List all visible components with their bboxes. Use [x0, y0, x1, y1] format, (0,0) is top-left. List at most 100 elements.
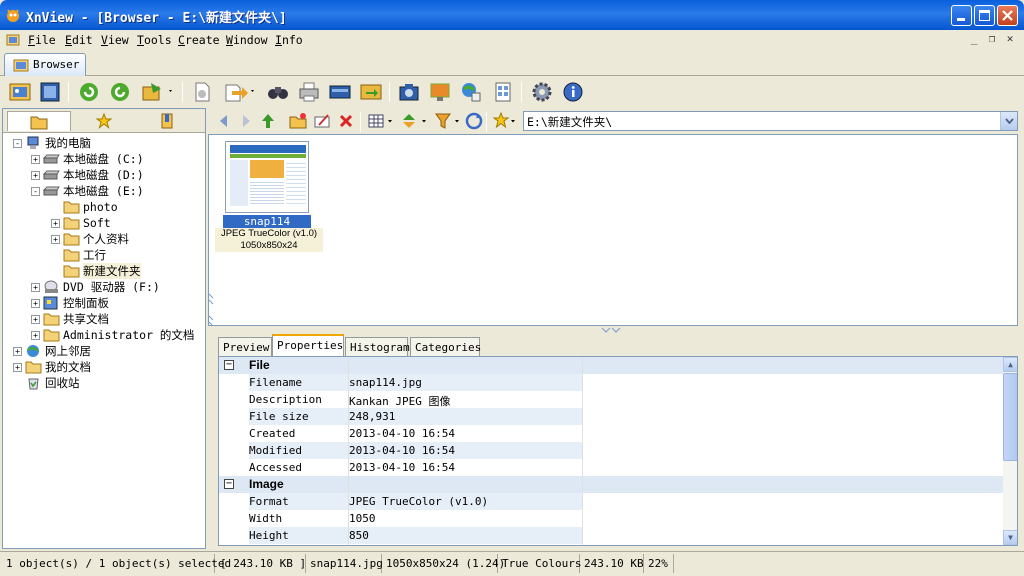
menu-tools[interactable]: Tools [137, 33, 172, 47]
property-row: Format JPEG TrueColor (v1.0) [219, 493, 1003, 510]
expand-icon[interactable]: + [31, 170, 40, 180]
tree-node[interactable]: + 我的文档 [13, 359, 91, 375]
property-value: 248,931 [349, 410, 396, 423]
expand-icon[interactable]: + [31, 282, 40, 292]
browser-tab-icon [13, 59, 29, 72]
expand-icon[interactable]: + [13, 346, 22, 356]
status-selection: 1 object(s) / 1 object(s) selected [2, 554, 231, 573]
settings-icon[interactable] [530, 80, 554, 104]
menu-file[interactable]: File [28, 33, 56, 47]
parent-folder-icon[interactable] [256, 109, 280, 133]
tree-node[interactable]: + Administrator 的文档 [31, 327, 194, 343]
tab-browser[interactable]: Browser [4, 53, 86, 76]
maximize-button[interactable] [974, 5, 995, 26]
tree-node[interactable]: - 本地磁盘 (E:) [31, 183, 144, 199]
minimize-button[interactable] [951, 5, 972, 26]
collapse-icon[interactable]: - [31, 186, 40, 196]
print-icon[interactable] [297, 80, 321, 104]
sort-dropdown[interactable] [400, 109, 430, 133]
menu-edit[interactable]: Edit [65, 33, 93, 47]
menu-info[interactable]: Info [275, 33, 303, 47]
expand-icon[interactable]: + [13, 362, 22, 372]
tree-node[interactable]: + 本地磁盘 (C:) [31, 151, 144, 167]
delete-icon[interactable] [334, 109, 358, 133]
expand-icon[interactable]: + [51, 218, 60, 228]
favorites-tab[interactable] [72, 111, 136, 131]
find-icon[interactable] [266, 80, 290, 104]
expand-icon[interactable]: + [31, 314, 40, 324]
slideshow-icon[interactable] [359, 80, 383, 104]
scroll-down-button[interactable]: ▼ [1003, 530, 1017, 545]
xnview-app-icon[interactable] [5, 7, 21, 23]
expand-icon[interactable]: + [31, 298, 40, 308]
new-folder-icon[interactable] [286, 109, 310, 133]
filter-dropdown[interactable] [433, 109, 463, 133]
web-page-icon[interactable] [459, 80, 483, 104]
tree-node-label: 共享文档 [63, 312, 109, 326]
collapse-icon[interactable]: − [224, 479, 234, 489]
tree-node[interactable]: + DVD 驱动器 (F:) [31, 279, 160, 295]
vertical-scrollbar[interactable]: ▲ ▼ [1003, 357, 1017, 545]
tree-node-label: 本地磁盘 (C:) [63, 152, 144, 166]
tab-preview[interactable]: Preview [218, 337, 272, 356]
favorites-dropdown[interactable] [492, 109, 520, 133]
categories-tab[interactable] [135, 111, 199, 131]
sync-icon[interactable] [462, 109, 486, 133]
scroll-up-button[interactable]: ▲ [1003, 357, 1017, 372]
thumbnail-item[interactable]: snap114 JPEG TrueColor (v1.0) 1050x850x2… [215, 141, 323, 252]
mdi-restore-button[interactable]: ❐ [984, 32, 1000, 46]
expand-icon[interactable]: + [31, 330, 40, 340]
close-button[interactable] [997, 5, 1018, 26]
tree-node[interactable]: photo [51, 199, 118, 215]
tree-node[interactable]: + 控制面板 [31, 295, 109, 311]
menu-window[interactable]: Window [226, 33, 268, 47]
toolbar-separator [182, 82, 183, 102]
tree-node[interactable]: + 个人资料 [51, 231, 129, 247]
tab-categories[interactable]: Categories [410, 337, 481, 356]
scanner-icon[interactable] [328, 80, 352, 104]
expand-icon[interactable]: + [31, 154, 40, 164]
address-dropdown-button[interactable] [1000, 112, 1017, 130]
address-combobox[interactable]: E:\新建文件夹\ [523, 111, 1018, 131]
export-icon[interactable] [222, 80, 258, 104]
collapse-icon[interactable]: - [13, 138, 22, 148]
horizontal-splitter[interactable] [208, 326, 1022, 334]
mdi-minimize-button[interactable]: _ [966, 32, 982, 46]
mdi-close-button[interactable]: ✕ [1002, 32, 1018, 46]
folder-icon [63, 248, 80, 262]
tree-node[interactable]: + 共享文档 [31, 311, 109, 327]
back-icon[interactable] [212, 109, 236, 133]
tree-node[interactable]: + 本地磁盘 (D:) [31, 167, 144, 183]
about-icon[interactable] [561, 80, 585, 104]
tree-node[interactable]: + 网上邻居 [13, 343, 91, 359]
open-file-icon[interactable] [190, 80, 214, 104]
batch-convert-icon[interactable] [140, 80, 176, 104]
forward-icon[interactable] [234, 109, 258, 133]
collapse-icon[interactable]: − [224, 360, 234, 370]
scroll-thumb[interactable] [1003, 373, 1017, 461]
view-mode-dropdown[interactable] [366, 109, 396, 133]
tree-node[interactable]: 工行 [51, 247, 106, 263]
tree-node[interactable]: 新建文件夹 [51, 263, 141, 279]
browser-view-icon[interactable] [8, 80, 32, 104]
menu-create[interactable]: Create [178, 33, 220, 47]
tree-node[interactable]: 回收站 [13, 375, 80, 391]
menu-view[interactable]: View [101, 33, 129, 47]
tab-histogram[interactable]: Histogram [345, 337, 410, 356]
contact-sheet-icon[interactable] [491, 80, 515, 104]
capture-icon[interactable] [397, 80, 421, 104]
fullscreen-icon[interactable] [38, 80, 62, 104]
status-colors: True Colours [498, 554, 581, 573]
tree-node[interactable]: + Soft [51, 215, 111, 231]
tree-node[interactable]: - 我的电脑 [13, 135, 91, 151]
folders-tab[interactable] [7, 111, 71, 131]
panel-collapse-grip[interactable] [207, 290, 215, 330]
rename-icon[interactable] [310, 109, 334, 133]
property-key: Filename [249, 376, 302, 389]
wallpaper-icon[interactable] [428, 80, 452, 104]
rotate-icon[interactable] [108, 80, 132, 104]
expand-icon[interactable]: + [51, 234, 60, 244]
refresh-icon[interactable] [77, 80, 101, 104]
browser-doc-icon[interactable] [5, 32, 21, 48]
tab-properties[interactable]: Properties [272, 334, 344, 356]
